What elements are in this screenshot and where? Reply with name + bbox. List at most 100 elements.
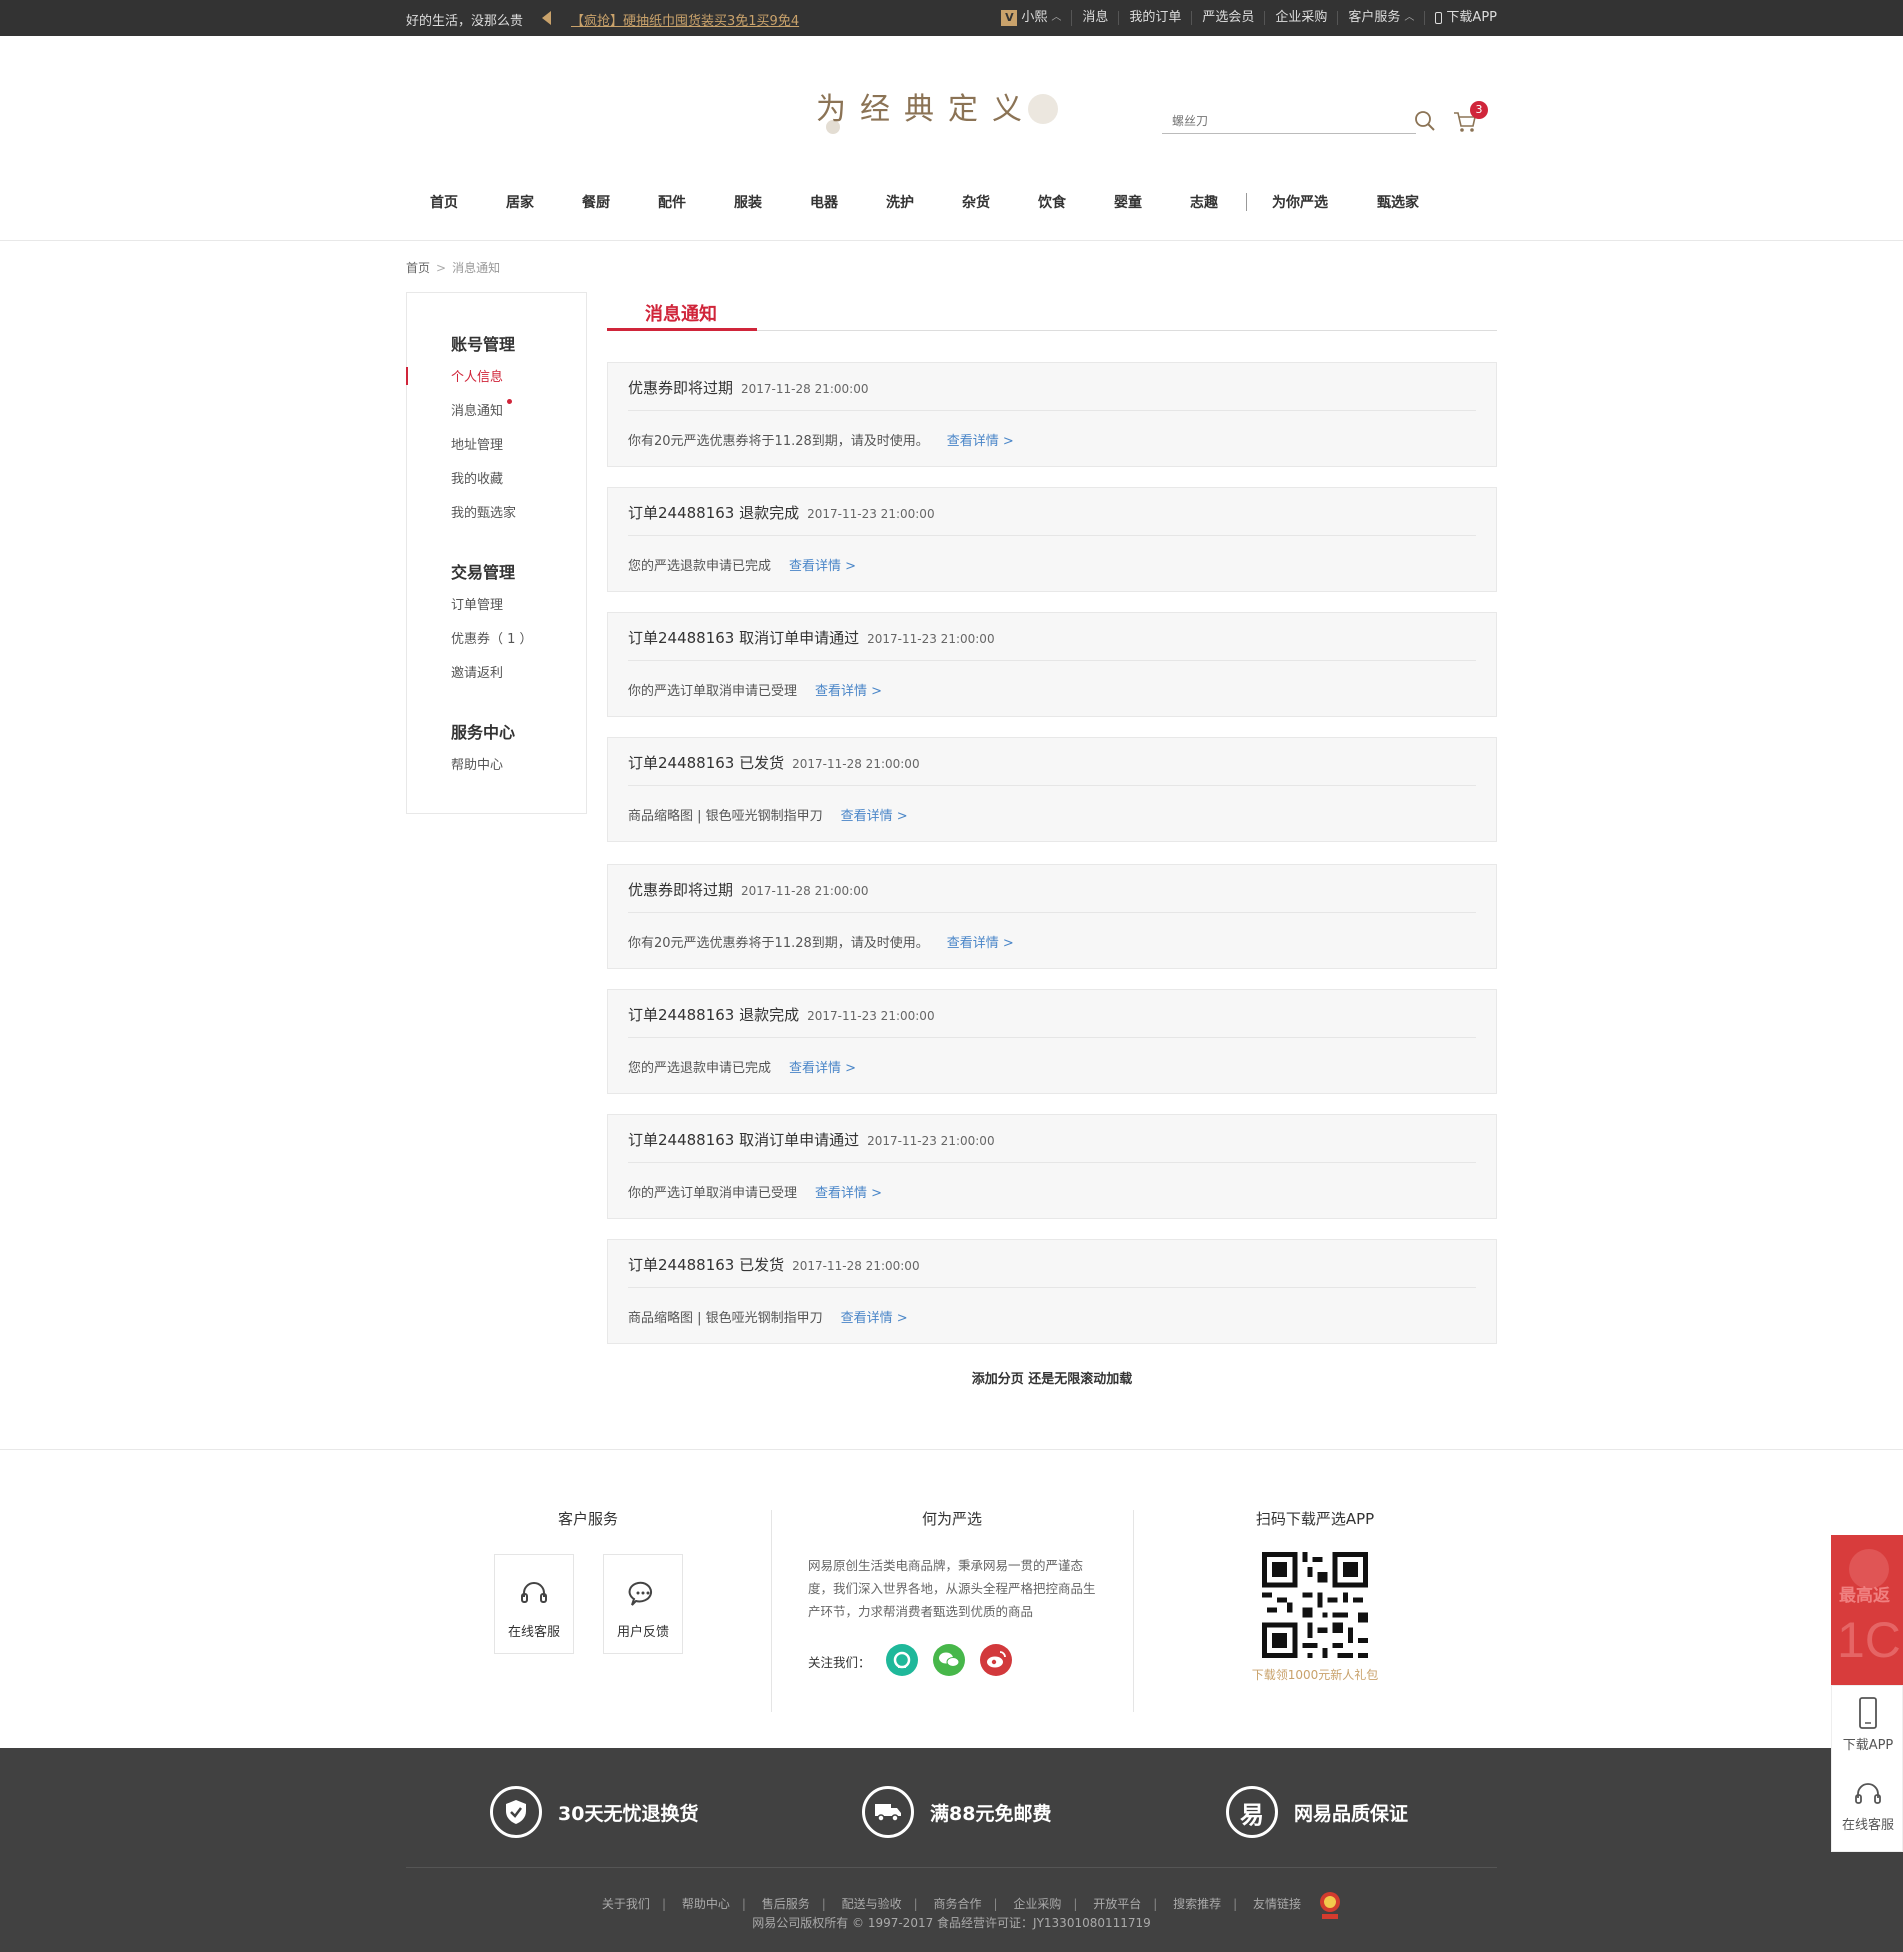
gov-badge-icon[interactable]: [1316, 1890, 1344, 1920]
sidebar-item-help[interactable]: 帮助中心: [451, 754, 503, 773]
nav-item[interactable]: 服装: [710, 192, 786, 212]
footer-link[interactable]: 关于我们: [602, 1897, 650, 1911]
view-details-link[interactable]: 查看详情 >: [947, 936, 1014, 951]
sidebar-item-selector[interactable]: 我的甄选家: [451, 502, 516, 521]
message-card: 优惠券即将过期 2017-11-28 21:00:00 你有20元严选优惠券将于1…: [607, 362, 1497, 467]
floating-toolbar: 下载APP 在线客服: [1831, 1685, 1903, 1852]
top-links: V 小熙 ︿ 消息 我的订单 严选会员 企业采购 客户服务 ︿ 下载APP: [991, 0, 1497, 36]
sidebar-item-coupons[interactable]: 优惠券（ 1 ）: [451, 628, 533, 647]
footer-link[interactable]: 友情链接: [1253, 1897, 1301, 1911]
promise-label: 网易品质保证: [1294, 1802, 1409, 1825]
sidebar-item-profile[interactable]: 个人信息: [451, 366, 503, 385]
nav-item-selector[interactable]: 甄选家: [1349, 192, 1447, 212]
nav-item[interactable]: 饮食: [1014, 192, 1090, 212]
view-details-link[interactable]: 查看详情 >: [815, 1186, 882, 1201]
nav-item[interactable]: 配件: [634, 192, 710, 212]
download-app-link[interactable]: 下载APP: [1425, 11, 1497, 25]
footer-title-app: 扫码下载严选APP: [1255, 1510, 1375, 1528]
active-indicator: [406, 367, 408, 385]
message-body: 商品缩略图 | 银色哑光钢制指甲刀 查看详情 >: [628, 1311, 908, 1326]
online-service-button[interactable]: 在线客服: [494, 1554, 574, 1654]
floating-promo-banner[interactable]: 最高返 1C: [1831, 1535, 1903, 1685]
sidebar-item-invite[interactable]: 邀请返利: [451, 662, 503, 681]
view-details-link[interactable]: 查看详情 >: [789, 1061, 856, 1076]
nav-item[interactable]: 志趣: [1166, 192, 1242, 212]
user-menu[interactable]: V 小熙 ︿: [991, 10, 1073, 26]
view-details-link[interactable]: 查看详情 >: [815, 684, 882, 699]
link-separator: |: [1153, 1897, 1158, 1911]
search-icon[interactable]: [1414, 110, 1436, 132]
float-download-app[interactable]: 下载APP: [1832, 1696, 1903, 1753]
view-details-link[interactable]: 查看详情 >: [947, 434, 1014, 449]
orders-link[interactable]: 我的订单: [1119, 11, 1193, 25]
promo-link[interactable]: 【疯抢】硬抽纸巾囤货装买3免1买9免4: [571, 10, 799, 29]
footer-link[interactable]: 开放平台: [1093, 1897, 1141, 1911]
wechat-icon[interactable]: [933, 1644, 965, 1676]
promise-label: 30天无忧退换货: [558, 1802, 699, 1825]
divider: [628, 912, 1476, 913]
nav-item[interactable]: 婴童: [1090, 192, 1166, 212]
nav-item[interactable]: 电器: [786, 192, 862, 212]
footer-link[interactable]: 配送与验收: [842, 1897, 902, 1911]
message-time: 2017-11-28 21:00:00: [792, 1259, 920, 1273]
float-online-service[interactable]: 在线客服: [1832, 1780, 1903, 1833]
search-input[interactable]: [1162, 110, 1382, 132]
link-separator: |: [1073, 1897, 1078, 1911]
weibo-icon[interactable]: [980, 1644, 1012, 1676]
nav-item[interactable]: 餐厨: [558, 192, 634, 212]
message-body: 您的严选退款申请已完成 查看详情 >: [628, 1061, 857, 1076]
message-card: 订单24488163 退款完成 2017-11-23 21:00:00 您的严选退…: [607, 989, 1497, 1094]
link-separator: |: [1233, 1897, 1238, 1911]
message-time: 2017-11-23 21:00:00: [807, 507, 935, 521]
qzone-icon[interactable]: [886, 1644, 918, 1676]
online-service-label: 在线客服: [507, 1625, 560, 1640]
view-details-link[interactable]: 查看详情 >: [841, 1311, 908, 1326]
message-title: 订单24488163 取消订单申请通过 2017-11-23 21:00:00: [628, 1131, 995, 1149]
view-details-link[interactable]: 查看详情 >: [841, 809, 908, 824]
breadcrumb-home[interactable]: 首页: [406, 261, 430, 275]
user-name: 小熙: [1021, 10, 1048, 25]
feedback-button[interactable]: 用户反馈: [603, 1554, 683, 1654]
link-separator: |: [913, 1897, 918, 1911]
promo-number: 1C: [1837, 1612, 1901, 1668]
column-divider: [1133, 1510, 1134, 1712]
sidebar-item-address[interactable]: 地址管理: [451, 434, 503, 453]
message-title: 订单24488163 已发货 2017-11-28 21:00:00: [628, 754, 920, 772]
phone-icon: [1859, 1697, 1877, 1729]
enterprise-link[interactable]: 企业采购: [1265, 11, 1339, 25]
link-separator: |: [821, 1897, 826, 1911]
message-title: 订单24488163 退款完成 2017-11-23 21:00:00: [628, 504, 935, 522]
footer-link[interactable]: 企业采购: [1013, 1897, 1061, 1911]
service-menu[interactable]: 客户服务 ︿: [1338, 10, 1426, 25]
divider: [0, 1449, 1903, 1450]
link-separator: |: [661, 1897, 666, 1911]
divider: [628, 1037, 1476, 1038]
sidebar-group-account: 账号管理: [451, 335, 516, 354]
sidebar-item-orders[interactable]: 订单管理: [451, 594, 503, 613]
speaker-icon: [542, 11, 551, 25]
vip-icon: V: [1001, 10, 1018, 26]
member-link[interactable]: 严选会员: [1192, 11, 1266, 25]
nav-item[interactable]: 首页: [406, 192, 482, 212]
load-more-text[interactable]: 添加分页 还是无限滚动加载: [607, 1368, 1497, 1387]
footer-link[interactable]: 帮助中心: [682, 1897, 730, 1911]
service-label: 客户服务: [1348, 10, 1401, 25]
message-title: 订单24488163 退款完成 2017-11-23 21:00:00: [628, 1006, 935, 1024]
sidebar-item-messages[interactable]: 消息通知: [451, 400, 503, 419]
footer-title-service: 客户服务: [557, 1510, 618, 1528]
sidebar-item-favorites[interactable]: 我的收藏: [451, 468, 503, 487]
footer-link[interactable]: 商务合作: [933, 1897, 981, 1911]
breadcrumb: 首页 > 消息通知: [406, 259, 500, 276]
messages-link[interactable]: 消息: [1072, 11, 1120, 25]
nav-item[interactable]: 洗护: [862, 192, 938, 212]
nav-item-recommend[interactable]: 为你严选: [1251, 192, 1349, 212]
message-card: 订单24488163 已发货 2017-11-28 21:00:00 商品缩略图 …: [607, 737, 1497, 842]
about-text: 网易原创生活类电商品牌，秉承网易一贯的严谨态度，我们深入世界各地，从源头全程严格…: [808, 1558, 1096, 1619]
view-details-link[interactable]: 查看详情 >: [789, 559, 856, 574]
footer-link[interactable]: 售后服务: [762, 1897, 810, 1911]
footer-link[interactable]: 搜索推荐: [1173, 1897, 1221, 1911]
logo[interactable]: 为经典定义: [816, 84, 1036, 128]
nav-item[interactable]: 杂货: [938, 192, 1014, 212]
tab-messages[interactable]: 消息通知: [645, 300, 717, 326]
nav-item[interactable]: 居家: [482, 192, 558, 212]
